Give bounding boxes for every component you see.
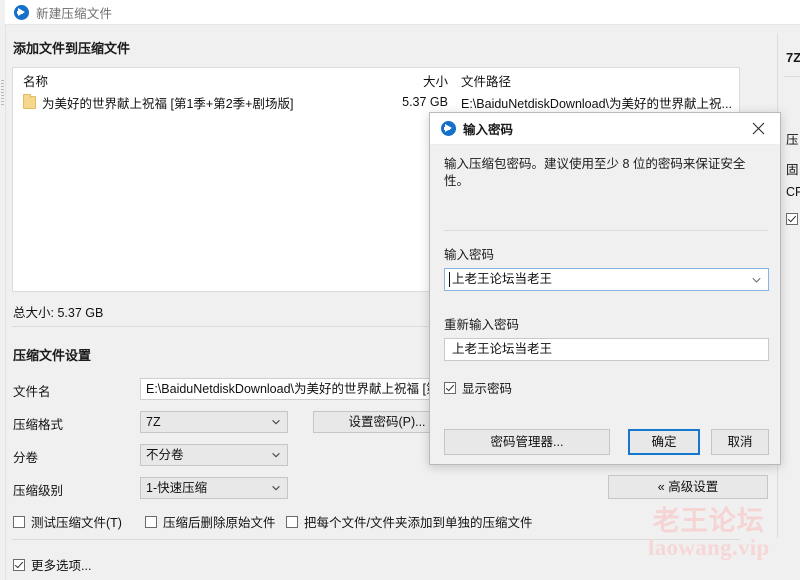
volume-select[interactable]: 不分卷 — [140, 444, 288, 466]
close-icon[interactable] — [736, 113, 780, 144]
file-size-cell: 5.37 GB — [402, 95, 448, 109]
file-name-cell: 为美好的世界献上祝福 [第1季+第2季+剧场版] — [13, 93, 386, 112]
checkbox-label: 把每个文件/文件夹添加到单独的压缩文件 — [304, 516, 533, 530]
password-input[interactable]: 上老王论坛当老王 — [444, 268, 769, 291]
file-list-header: 名称 大小 文件路径 — [13, 68, 739, 91]
file-path-cell: E:\BaiduNetdiskDownload\为美好的世界献上祝... — [461, 96, 732, 111]
checkbox-box — [286, 515, 298, 528]
password-manager-button[interactable]: 密码管理器... — [444, 429, 610, 455]
checkbox-separate-archives[interactable]: 把每个文件/文件夹添加到单独的压缩文件 — [286, 512, 532, 531]
cancel-button[interactable]: 取消 — [711, 429, 769, 455]
right-panel-checkbox[interactable] — [786, 213, 798, 225]
table-row[interactable]: 为美好的世界献上祝福 [第1季+第2季+剧场版] 5.37 GB E:\Baid… — [13, 91, 739, 113]
archive-app-icon — [14, 4, 29, 20]
right-panel-label-2: 固 — [786, 163, 799, 177]
ok-button[interactable]: 确定 — [628, 429, 700, 455]
dialog-title: 输入密码 — [463, 123, 514, 137]
resize-grip[interactable] — [1, 80, 4, 106]
password-dialog: 输入密码 输入压缩包密码。建议使用至少 8 位的密码来保证安全性。 输入密码 上… — [429, 112, 781, 465]
checkbox-label: 测试压缩文件(T) — [31, 516, 122, 530]
chevron-down-icon[interactable] — [752, 277, 761, 284]
password-label: 输入密码 — [444, 248, 495, 262]
confirm-password-input[interactable]: 上老王论坛当老王 — [444, 338, 769, 361]
checkbox-show-password[interactable]: 显示密码 — [444, 378, 512, 397]
divider — [12, 539, 740, 540]
right-panel-label-3: CP — [786, 185, 800, 199]
format-label: 压缩格式 — [13, 418, 64, 432]
text-caret — [449, 272, 450, 287]
dialog-description: 输入压缩包密码。建议使用至少 8 位的密码来保证安全性。 — [444, 157, 746, 188]
dialog-titlebar: 输入密码 — [430, 113, 780, 145]
divider — [444, 230, 768, 231]
volume-label: 分卷 — [13, 451, 39, 465]
level-label: 压缩级别 — [13, 484, 64, 498]
total-size-label: 总大小: 5.37 GB — [13, 306, 104, 320]
section-title-add-files: 添加文件到压缩文件 — [13, 41, 131, 56]
checkbox-label: 显示密码 — [462, 382, 513, 396]
checkbox-box — [444, 381, 456, 394]
level-select-value: 1-快速压缩 — [146, 481, 208, 495]
checkbox-more-options[interactable]: 更多选项... — [13, 555, 91, 574]
password-value: 上老王论坛当老王 — [452, 272, 553, 286]
right-panel-label-1: 压 — [786, 133, 799, 147]
window-left-edge — [0, 0, 6, 580]
format-select[interactable]: 7Z — [140, 411, 288, 433]
file-name-text: 为美好的世界献上祝福 [第1季+第2季+剧场版] — [42, 96, 294, 111]
confirm-password-label: 重新输入密码 — [444, 318, 520, 332]
chevron-down-icon — [272, 485, 280, 492]
advanced-settings-button[interactable]: « 高级设置 — [608, 475, 768, 499]
volume-select-value: 不分卷 — [146, 448, 184, 462]
folder-icon — [23, 93, 36, 109]
section-title-archive-settings: 压缩文件设置 — [13, 348, 92, 363]
checkbox-box — [13, 515, 25, 528]
checkbox-box — [13, 558, 25, 571]
window-title: 新建压缩文件 — [36, 6, 113, 21]
column-header-path[interactable]: 文件路径 — [448, 71, 511, 90]
checkbox-delete-after[interactable]: 压缩后删除原始文件 — [145, 512, 276, 531]
chevron-down-icon — [272, 419, 280, 426]
checkbox-test-archive[interactable]: 测试压缩文件(T) — [13, 512, 122, 531]
column-header-name[interactable]: 名称 — [13, 71, 386, 90]
watermark: 老王论坛 laowang.vip — [648, 508, 770, 561]
column-header-size[interactable]: 大小 — [386, 71, 448, 90]
level-row: 压缩级别 1-快速压缩 — [13, 477, 613, 499]
divider — [784, 76, 800, 77]
filename-label: 文件名 — [13, 385, 51, 399]
watermark-chinese: 老王论坛 — [652, 506, 765, 536]
checkbox-box — [145, 515, 157, 528]
right-panel-title: 7Z — [786, 50, 800, 65]
level-select[interactable]: 1-快速压缩 — [140, 477, 288, 499]
archive-app-icon — [441, 121, 456, 136]
chevron-down-icon — [272, 452, 280, 459]
format-select-value: 7Z — [146, 415, 161, 429]
checkbox-label: 压缩后删除原始文件 — [163, 516, 276, 530]
checkbox-label: 更多选项... — [31, 559, 92, 573]
window-titlebar: 新建压缩文件 — [5, 0, 800, 25]
